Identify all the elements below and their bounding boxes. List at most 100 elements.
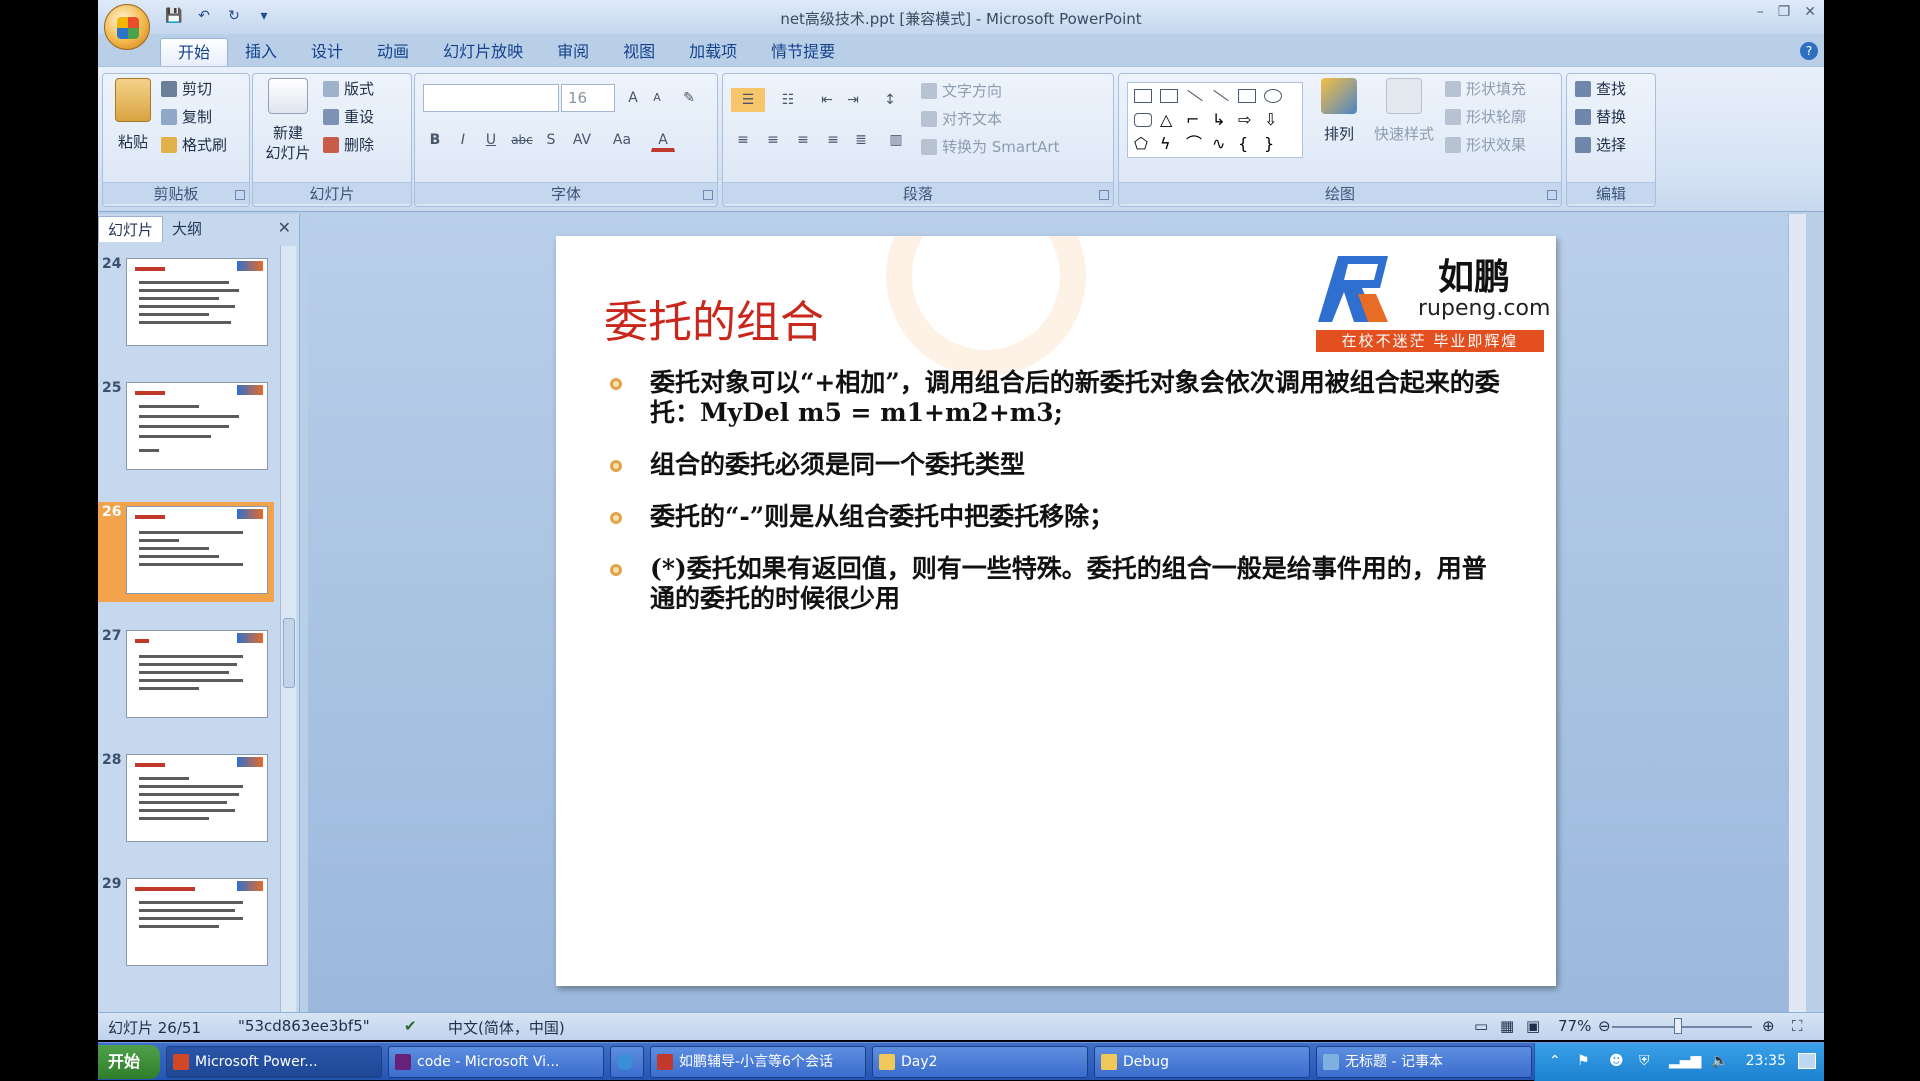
pane-close-icon[interactable]: ✕ (278, 218, 291, 237)
triangle-shape-icon[interactable]: △ (1160, 112, 1178, 128)
task-visual-studio[interactable]: code - Microsoft Vi... (388, 1046, 604, 1078)
rounded-rect-shape-icon[interactable] (1134, 113, 1152, 127)
copy-button[interactable]: 复制 (161, 106, 212, 127)
justify-button[interactable]: ≡ (821, 128, 845, 152)
shrink-font-button[interactable]: A (645, 86, 669, 110)
task-powerpoint[interactable]: Microsoft Power... (166, 1046, 382, 1078)
line-spacing-button[interactable]: ↕ (873, 88, 907, 112)
increase-indent-button[interactable]: ⇥ (841, 88, 865, 112)
reset-button[interactable]: 重设 (323, 106, 374, 127)
lightning-shape-icon[interactable]: ϟ (1160, 136, 1178, 152)
pane-scrollbar[interactable] (280, 246, 296, 1016)
tab-view[interactable]: 视图 (606, 38, 672, 66)
show-desktop-icon[interactable] (1798, 1053, 1816, 1069)
close-button[interactable]: ✕ (1804, 4, 1816, 20)
right-arrow-shape-icon[interactable]: ⇨ (1238, 112, 1256, 128)
paragraph-launcher[interactable] (1099, 190, 1109, 200)
task-folder-debug[interactable]: Debug (1094, 1046, 1310, 1078)
drawing-launcher[interactable] (1547, 190, 1557, 200)
font-size-box[interactable]: 16 (561, 84, 615, 112)
line-shape-icon[interactable] (1187, 89, 1203, 102)
zoom-slider[interactable] (1612, 1026, 1752, 1028)
zoom-slider-handle[interactable] (1674, 1018, 1682, 1034)
clipboard-launcher[interactable] (235, 190, 245, 200)
bullet-list[interactable]: 委托对象可以“+相加”，调用组合后的新委托对象会依次调用被组合起来的委托：MyD… (606, 368, 1506, 636)
arc-shape-icon[interactable]: ⌒ (1186, 136, 1204, 152)
elbow-shape-icon[interactable]: ⌐ (1186, 112, 1204, 128)
slide-thumb[interactable]: 27 (98, 626, 274, 726)
shape-effects-button[interactable]: 形状效果 (1445, 134, 1526, 155)
curve-shape-icon[interactable]: ∿ (1212, 136, 1230, 152)
tab-storyboard[interactable]: 情节提要 (754, 38, 852, 66)
numbering-button[interactable]: ☷ (771, 88, 805, 112)
task-notepad[interactable]: 无标题 - 记事本 (1316, 1046, 1532, 1078)
font-name-box[interactable] (423, 84, 559, 112)
columns-button[interactable]: ▥ (879, 128, 913, 152)
shadow-button[interactable]: S (539, 128, 563, 152)
slide-thumb[interactable]: 29 (98, 874, 274, 974)
start-button[interactable]: 开始 (98, 1045, 160, 1079)
tab-slides[interactable]: 幻灯片 (98, 216, 164, 242)
fit-window-icon[interactable]: ⛶ (1792, 1017, 1803, 1035)
distributed-button[interactable]: ≣ (849, 128, 873, 152)
slide-thumb-selected[interactable]: 26 (98, 502, 274, 602)
find-button[interactable]: 查找 (1575, 78, 1626, 99)
bullets-button[interactable]: ☰ (731, 88, 765, 112)
bold-button[interactable]: B (423, 128, 447, 152)
font-color-button[interactable]: A (651, 128, 675, 152)
smartart-button[interactable]: 转换为 SmartArt (921, 136, 1059, 157)
italic-button[interactable]: I (451, 128, 475, 152)
slide-title[interactable]: 委托的组合 (604, 286, 824, 350)
shape-outline-button[interactable]: 形状轮廓 (1445, 106, 1526, 127)
tab-review[interactable]: 审阅 (540, 38, 606, 66)
sorter-view-icon[interactable]: ▦ (1500, 1017, 1514, 1035)
slide-canvas[interactable]: 委托的组合 如鹏 rupeng.com 在校不迷茫 毕业即辉煌 委托对象可以“+… (556, 236, 1556, 986)
zoom-level[interactable]: 77% (1558, 1017, 1591, 1035)
tab-outline[interactable]: 大纲 (163, 216, 211, 242)
tray-flag-icon[interactable]: ⚑ (1577, 1053, 1590, 1069)
tray-qq-icon[interactable]: ☻ (1609, 1053, 1624, 1069)
vtextbox-shape-icon[interactable] (1160, 89, 1178, 103)
down-arrow-shape-icon[interactable]: ⇩ (1264, 112, 1282, 128)
spellcheck-icon[interactable]: ✔ (404, 1017, 417, 1035)
select-button[interactable]: 选择 (1575, 134, 1626, 155)
change-case-button[interactable]: Aa (605, 128, 639, 152)
strikethrough-button[interactable]: abc (507, 128, 537, 152)
minimize-button[interactable]: – (1757, 4, 1764, 20)
grow-font-button[interactable]: A (621, 86, 645, 110)
tray-volume-icon[interactable]: 🔈 (1711, 1053, 1728, 1069)
shapes-gallery[interactable]: △ ⌐ ↳ ⇨ ⇩ ⬠ ϟ ⌒ ∿ { } (1127, 82, 1303, 158)
slide-scrollbar[interactable] (1788, 214, 1806, 1022)
tray-expand-icon[interactable]: ⌃ (1549, 1053, 1561, 1069)
slide-thumb[interactable]: 28 (98, 750, 274, 850)
oval-shape-icon[interactable] (1264, 89, 1282, 103)
tab-slideshow[interactable]: 幻灯片放映 (426, 38, 540, 66)
left-brace-shape-icon[interactable]: { (1238, 136, 1256, 152)
format-painter-button[interactable]: 格式刷 (161, 134, 227, 155)
layout-button[interactable]: 版式 (323, 78, 374, 99)
task-chat[interactable]: 如鹏辅导-小言等6个会话 (650, 1046, 866, 1078)
slide-thumb[interactable]: 24 (98, 254, 274, 354)
elbow-arrow-shape-icon[interactable]: ↳ (1212, 112, 1230, 128)
tab-insert[interactable]: 插入 (228, 38, 294, 66)
char-spacing-button[interactable]: AV (565, 128, 599, 152)
align-center-button[interactable]: ≡ (761, 128, 785, 152)
align-right-button[interactable]: ≡ (791, 128, 815, 152)
right-brace-shape-icon[interactable]: } (1264, 136, 1282, 152)
textbox-shape-icon[interactable] (1134, 89, 1152, 103)
arrow-line-shape-icon[interactable] (1213, 89, 1229, 102)
tab-home[interactable]: 开始 (160, 38, 229, 66)
slide-thumb[interactable]: 25 (98, 378, 274, 478)
tab-addins[interactable]: 加载项 (672, 38, 754, 66)
tab-animations[interactable]: 动画 (360, 38, 426, 66)
font-launcher[interactable] (703, 190, 713, 200)
decrease-indent-button[interactable]: ⇤ (815, 88, 839, 112)
delete-slide-button[interactable]: 删除 (323, 134, 374, 155)
clear-format-button[interactable]: ✎ (677, 86, 701, 110)
tray-network-icon[interactable]: ▂▄▆ (1669, 1053, 1701, 1069)
language[interactable]: 中文(简体，中国) (448, 1017, 565, 1038)
normal-view-icon[interactable]: ▭ (1474, 1017, 1488, 1035)
underline-button[interactable]: U (479, 128, 503, 152)
tray-shield-icon[interactable]: ⛨ (1639, 1053, 1650, 1069)
align-text-button[interactable]: 对齐文本 (921, 108, 1002, 129)
